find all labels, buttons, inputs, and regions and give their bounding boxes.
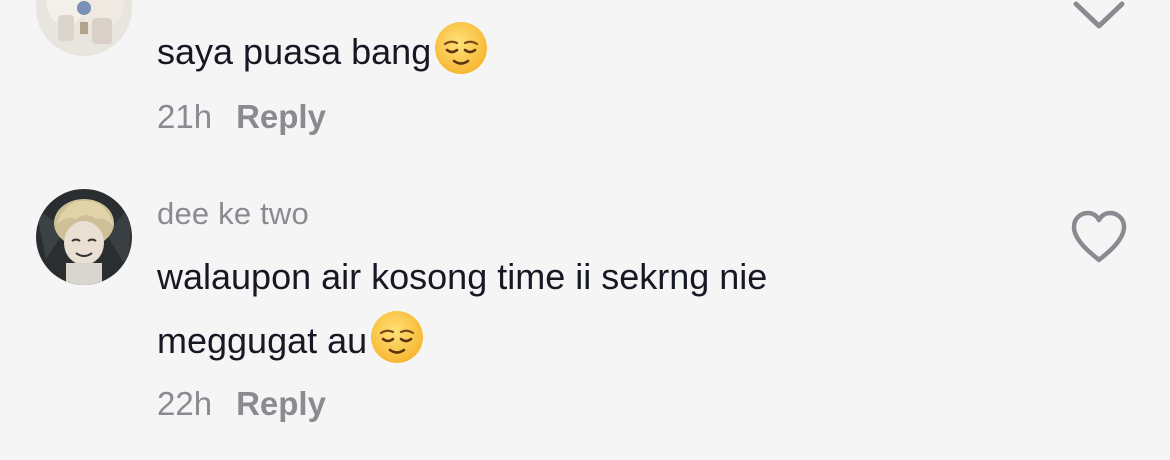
heart-outline-icon[interactable] <box>1068 206 1130 268</box>
comment-meta: 22h Reply <box>157 385 326 423</box>
comment-text: walaupon air kosong time ii sekrng nie <box>157 256 768 297</box>
relieved-face-emoji-icon <box>371 311 424 363</box>
comment-item: dee ke two walaupon air kosong time ii s… <box>0 0 1170 460</box>
avatar[interactable] <box>36 189 132 285</box>
comment-time: 22h <box>157 385 213 422</box>
comment-list: saya puasa bang 21h Reply dee ke two wal… <box>0 0 1170 460</box>
reply-button[interactable]: Reply <box>236 385 326 422</box>
comment-username[interactable]: dee ke two <box>157 196 309 232</box>
comment-text: meggugat au <box>157 309 425 373</box>
